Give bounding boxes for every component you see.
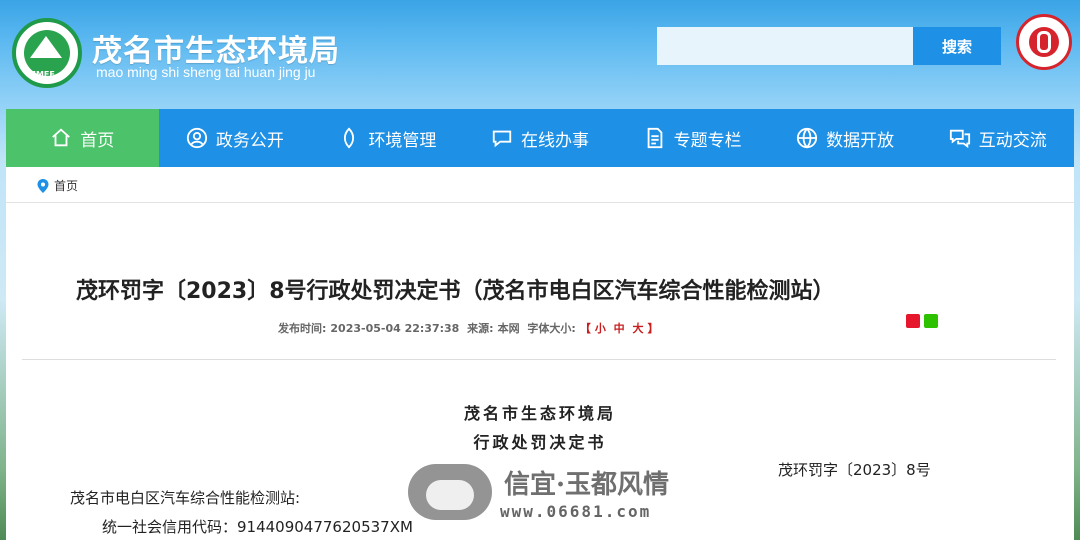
font-size-label: 字体大小: [527,322,576,335]
leaf-icon [344,127,355,149]
watermark: 信宜·玉都风情 www.06681.com [408,460,678,530]
nav-item-label: 互动交流 [978,130,1047,151]
breadcrumb-divider [6,202,1074,203]
chat-bubbles-icon [949,129,970,149]
article-title: 茂环罚字〔2023〕8号行政处罚决定书（茂名市电白区汽车综合性能检测站） [76,279,835,304]
home-icon [52,128,71,147]
publish-time: 2023-05-04 22:37:38 [330,322,460,335]
nav-item-label: 在线办事 [521,130,590,151]
seal-mark [1037,31,1051,53]
font-size-bracket-open: 【 [579,322,591,335]
share-buttons [906,314,938,328]
font-size-medium-link[interactable]: 中 [614,322,625,335]
logo-text: MMEE [28,70,55,79]
location-pin-icon [37,178,49,193]
search-input[interactable] [657,27,913,65]
search-button[interactable]: 搜索 [913,27,1001,65]
globe-icon [797,127,818,149]
source-label: 来源: [467,322,494,335]
source: 本网 [497,322,520,335]
nav-item-online-services[interactable]: 在线办事 [464,109,617,167]
font-size-small-link[interactable]: 小 [595,322,606,335]
cloud-logo-icon [408,464,492,520]
nav-item-government-affairs[interactable]: 政务公开 [159,109,312,167]
watermark-name: 信宜·玉都风情 [504,470,670,500]
main-nav: 首页 政务公开 环境管理 在线办事 专题专栏 数据开放 互动交流 [6,109,1074,167]
nav-item-topics[interactable]: 专题专栏 [616,109,769,167]
nav-item-label: 首页 [80,130,115,151]
nav-item-interaction[interactable]: 互动交流 [921,109,1074,167]
document-org: 茂名市生态环境局 [463,404,616,423]
site-header: MMEE 茂名市生态环境局 mao ming shi sheng tai hua… [0,0,1080,108]
nav-item-label: 环境管理 [368,130,437,151]
nav-item-label: 政务公开 [215,130,284,151]
site-pinyin: mao ming shi sheng tai huan jing ju [96,64,316,80]
breadcrumb: 首页 [36,177,78,194]
weibo-share-icon[interactable] [906,314,920,328]
city-seal-logo [1016,14,1072,70]
article-meta: 发布时间: 2023-05-04 22:37:38 来源: 本网 字体大小: 【小 中… [278,320,663,336]
nav-item-home[interactable]: 首页 [6,109,159,167]
nav-item-label: 专题专栏 [673,130,742,151]
nav-item-open-data[interactable]: 数据开放 [769,109,922,167]
nav-item-label: 数据开放 [826,130,895,151]
article-divider [22,359,1056,360]
user-circle-icon [186,127,207,149]
font-size-bracket-close: 】 [647,322,659,335]
document-icon [647,127,662,149]
chat-icon [492,130,512,148]
document-number: 茂环罚字〔2023〕8号 [778,461,931,479]
mountain-icon [30,36,62,58]
site-logo[interactable]: MMEE [12,18,82,88]
publish-time-label: 发布时间: [278,322,327,335]
nav-item-environment[interactable]: 环境管理 [311,109,464,167]
breadcrumb-home-link[interactable]: 首页 [54,177,78,194]
wechat-share-icon[interactable] [924,314,938,328]
font-size-large-link[interactable]: 大 [633,322,644,335]
watermark-url: www.06681.com [500,502,652,521]
document-type: 行政处罚决定书 [473,433,607,452]
credit-code: 统一社会信用代码：9144090477620537XM [102,518,413,536]
document-recipient: 茂名市电白区汽车综合性能检测站: [70,489,301,507]
